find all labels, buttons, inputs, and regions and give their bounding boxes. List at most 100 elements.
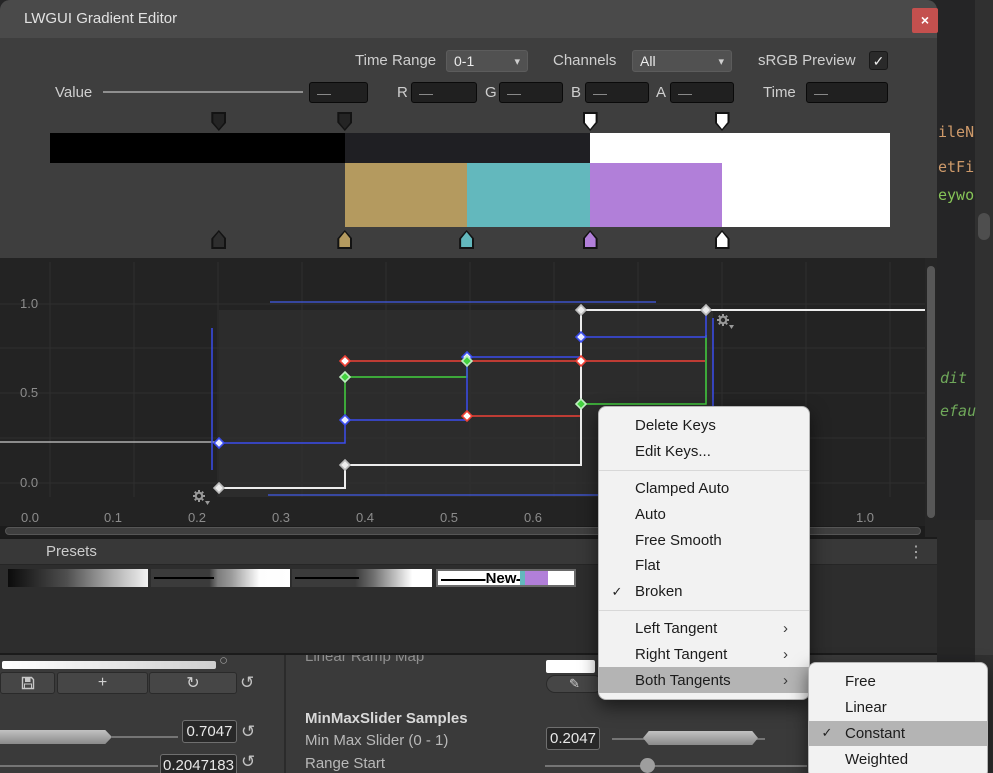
close-button[interactable]: × — [912, 8, 938, 33]
undo-icon[interactable]: ↺ — [241, 753, 255, 770]
menu-item-left-tangent[interactable]: Left Tangent› — [599, 616, 809, 642]
color-marker-row — [50, 230, 890, 251]
menu-item-free[interactable]: Free — [809, 669, 987, 695]
menu-item-both-tangents[interactable]: Both Tangents› — [599, 667, 809, 693]
alpha-key-marker[interactable] — [583, 112, 598, 131]
srgb-preview-label: sRGB Preview — [758, 52, 856, 69]
range-start-handle[interactable] — [640, 758, 655, 773]
alpha-key-marker[interactable] — [337, 112, 352, 131]
preset-swatch[interactable] — [151, 569, 290, 587]
marker-fill — [717, 232, 728, 247]
editor-light-band — [975, 520, 993, 655]
menu-item-auto[interactable]: Auto — [599, 501, 809, 527]
sample-slider-fill[interactable] — [0, 730, 112, 744]
undo-icon[interactable]: ↺ — [240, 674, 254, 691]
color-key-marker[interactable] — [459, 230, 474, 249]
add-preset-button[interactable]: + — [57, 672, 148, 694]
channels-value: All — [640, 53, 656, 69]
menu-item-weighted[interactable]: Weighted — [809, 746, 987, 772]
pencil-icon: ✎ — [569, 676, 580, 692]
menu-item-constant[interactable]: ✓Constant — [809, 721, 987, 747]
alpha-key-marker[interactable] — [211, 112, 226, 131]
a-label: A — [656, 84, 666, 101]
preset-swatch[interactable] — [292, 569, 432, 587]
menu-item-linear[interactable]: Linear — [809, 695, 987, 721]
menu-item-free-smooth[interactable]: Free Smooth — [599, 527, 809, 553]
time-range-label: Time Range — [355, 52, 436, 69]
code-text-fragment: etFi — [938, 158, 974, 176]
marker-fill — [717, 114, 728, 129]
g-field[interactable]: — — [499, 82, 563, 103]
menu-item-clamped-auto[interactable]: Clamped Auto — [599, 476, 809, 502]
range-start-track[interactable] — [545, 765, 807, 767]
kebab-menu-icon[interactable]: ⋮ — [908, 542, 924, 562]
channels-dropdown[interactable]: All ▾ — [632, 50, 732, 72]
curve-vscrollbar[interactable] — [925, 258, 937, 537]
gutter-thumb[interactable] — [978, 213, 990, 240]
strip-segment — [722, 163, 890, 227]
color-key-marker[interactable] — [715, 230, 730, 249]
b-label: B — [571, 84, 581, 101]
second-value-field[interactable]: 0.2047183 — [160, 754, 237, 773]
strip-segment — [590, 133, 890, 163]
sample-slider-track[interactable] — [112, 736, 178, 738]
second-slider-track[interactable] — [0, 765, 158, 767]
x-axis-label: 0.6 — [516, 510, 550, 525]
value-slider[interactable] — [103, 91, 303, 93]
gradient-strip[interactable] — [50, 133, 890, 227]
context-menu: Delete Keys Edit Keys... Clamped Auto Auto F… — [598, 406, 810, 700]
menu-item-label: Linear — [845, 699, 961, 716]
marker-fill — [461, 232, 472, 247]
minmax-range-fill[interactable] — [643, 731, 758, 745]
a-field[interactable]: — — [670, 82, 734, 103]
preset-swatch[interactable]: New — [436, 569, 576, 587]
menu-item-label: Clamped Auto — [635, 480, 783, 497]
menu-item-label: Flat — [635, 557, 783, 574]
value-field[interactable]: — — [309, 82, 368, 103]
chevron-down-icon: ▾ — [514, 55, 520, 68]
edit-ramp-button[interactable]: ✎ — [546, 675, 603, 693]
minmax-value-field[interactable]: 0.2047 — [546, 727, 600, 750]
sample-value-field[interactable]: 0.7047 — [182, 720, 237, 743]
g-label: G — [485, 84, 497, 101]
editor-dark-band — [937, 520, 975, 655]
submenu-arrow-icon: › — [783, 620, 809, 637]
title-bar[interactable]: LWGUI Gradient Editor × — [0, 0, 937, 38]
gradient-strip-alpha — [50, 133, 890, 163]
save-preset-button[interactable] — [0, 672, 55, 694]
marker-fill — [339, 232, 350, 247]
vscroll-thumb[interactable] — [927, 266, 935, 518]
strip-segment — [467, 163, 590, 227]
refresh-button[interactable]: ↻ — [149, 672, 237, 694]
srgb-preview-checkbox[interactable]: ✓ — [869, 51, 888, 70]
menu-item-right-tangent[interactable]: Right Tangent› — [599, 641, 809, 667]
time-label: Time — [763, 84, 796, 101]
ramp-swatch[interactable] — [546, 660, 595, 673]
color-key-marker[interactable] — [211, 230, 226, 249]
white-ramp-bar[interactable] — [2, 661, 216, 669]
color-key-marker[interactable] — [583, 230, 598, 249]
menu-item-label: Auto — [635, 506, 783, 523]
menu-item-broken[interactable]: ✓Broken — [599, 579, 809, 605]
menu-item-flat[interactable]: Flat — [599, 553, 809, 579]
strip-segment — [345, 163, 467, 227]
submenu-arrow-icon: › — [783, 646, 809, 663]
undo-icon[interactable]: ↺ — [241, 723, 255, 740]
menu-item-edit-keys[interactable]: Edit Keys... — [599, 439, 809, 465]
b-field[interactable]: — — [585, 82, 649, 103]
preset-swatch[interactable] — [8, 569, 148, 587]
range-start-label: Range Start — [305, 755, 385, 772]
curve-options-gear-icon[interactable] — [193, 490, 210, 505]
alpha-marker-row — [50, 112, 890, 131]
menu-item-label: Edit Keys... — [635, 443, 783, 460]
strip-segment — [345, 133, 590, 163]
r-field[interactable]: — — [411, 82, 477, 103]
alpha-key-marker[interactable] — [715, 112, 730, 131]
menu-item-delete-keys[interactable]: Delete Keys — [599, 413, 809, 439]
color-key-marker[interactable] — [337, 230, 352, 249]
time-field[interactable]: — — [806, 82, 888, 103]
editor-minimap-gutter[interactable] — [975, 0, 993, 773]
time-range-dropdown[interactable]: 0-1 ▾ — [446, 50, 528, 72]
code-text-fragment: efau — [940, 402, 976, 420]
curve-options-gear-icon[interactable] — [717, 314, 734, 329]
